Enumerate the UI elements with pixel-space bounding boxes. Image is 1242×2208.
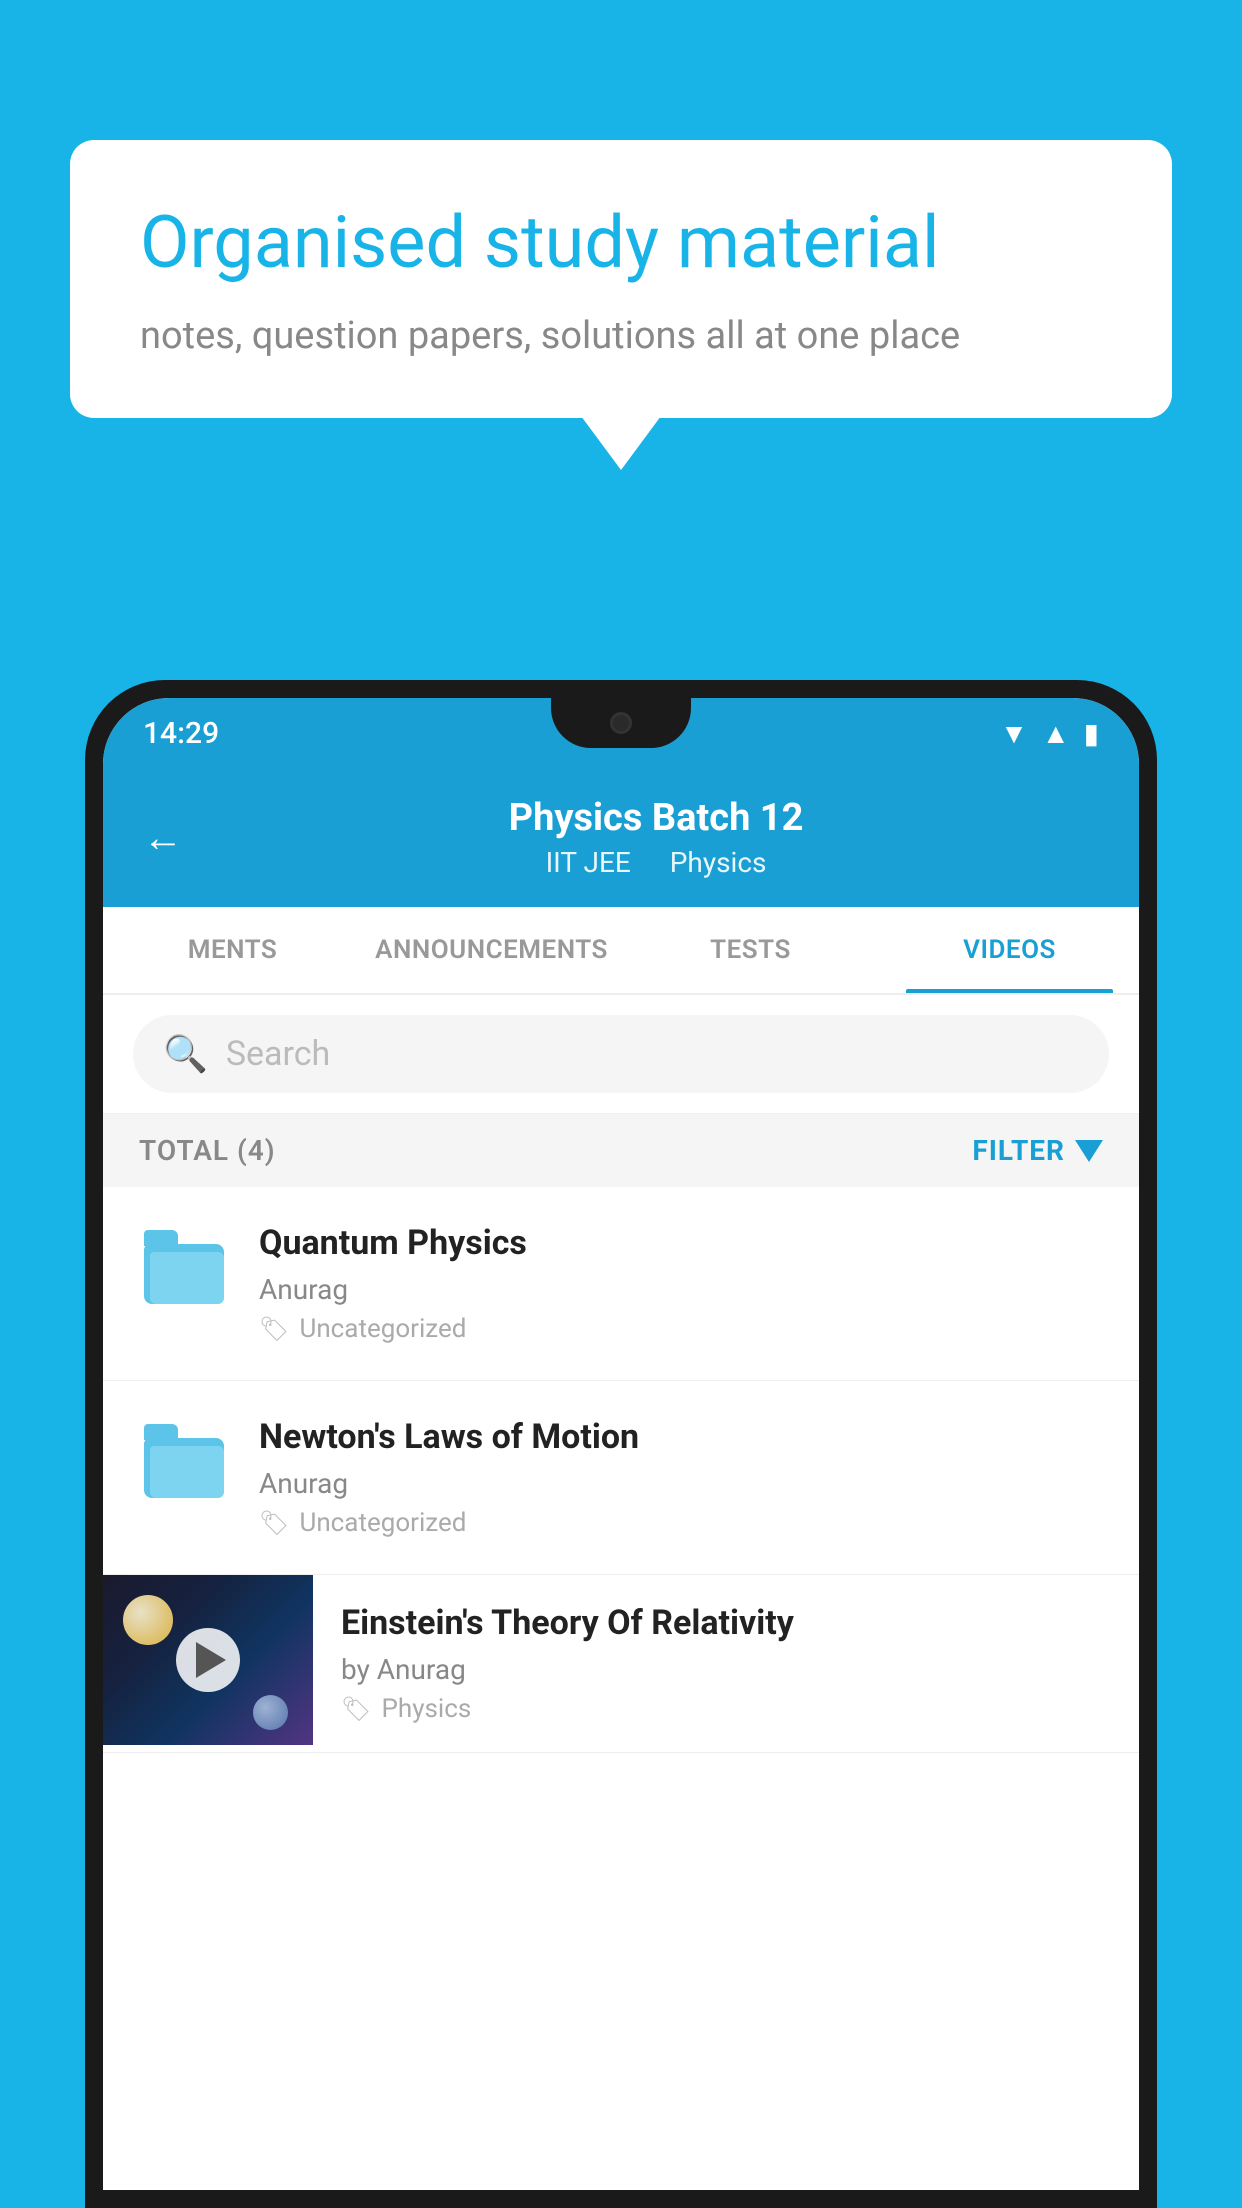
header-subtitle-part2: Physics — [670, 846, 767, 879]
play-button[interactable] — [176, 1628, 240, 1692]
bubble-title: Organised study material — [140, 200, 1102, 286]
signal-icon: ▲ — [1042, 717, 1070, 750]
tab-announcements[interactable]: ANNOUNCEMENTS — [362, 907, 621, 993]
video-tag: 🏷 Uncategorized — [259, 1508, 1103, 1538]
tag-icon: 🏷 — [259, 1509, 289, 1537]
tag-label: Physics — [381, 1694, 471, 1724]
header-title: Physics Batch 12 — [213, 796, 1099, 840]
video-item-info: Einstein's Theory Of Relativity by Anura… — [313, 1575, 1139, 1752]
video-title: Newton's Laws of Motion — [259, 1417, 1103, 1457]
speech-bubble-section: Organised study material notes, question… — [70, 140, 1172, 418]
tab-tests[interactable]: TESTS — [621, 907, 880, 993]
folder-icon — [144, 1232, 224, 1304]
video-author: Anurag — [259, 1467, 1103, 1500]
list-item[interactable]: Newton's Laws of Motion Anurag 🏷 Uncateg… — [103, 1381, 1139, 1575]
tag-icon: 🏷 — [259, 1315, 289, 1343]
camera — [610, 712, 632, 734]
video-thumbnail — [103, 1575, 313, 1745]
video-item-info: Newton's Laws of Motion Anurag 🏷 Uncateg… — [259, 1417, 1103, 1538]
video-title: Einstein's Theory Of Relativity — [341, 1603, 1111, 1643]
tag-label: Uncategorized — [299, 1508, 466, 1538]
filter-button[interactable]: FILTER — [972, 1134, 1103, 1167]
speech-bubble: Organised study material notes, question… — [70, 140, 1172, 418]
video-title: Quantum Physics — [259, 1223, 1103, 1263]
bubble-subtitle: notes, question papers, solutions all at… — [140, 314, 1102, 358]
phone-screen: 14:29 ▼ ▲ ▮ ← Physics Batch 12 IIT JEE P… — [103, 698, 1139, 2190]
planet-decoration-2 — [253, 1695, 288, 1730]
header-subtitle: IIT JEE Physics — [213, 846, 1099, 879]
folder-icon — [144, 1426, 224, 1498]
tab-videos[interactable]: VIDEOS — [880, 907, 1139, 993]
tab-ments[interactable]: MENTS — [103, 907, 362, 993]
video-author: by Anurag — [341, 1653, 1111, 1686]
status-bar: 14:29 ▼ ▲ ▮ — [103, 698, 1139, 768]
filter-icon — [1075, 1140, 1103, 1162]
battery-icon: ▮ — [1084, 717, 1099, 750]
search-bar-container: 🔍 Search — [103, 995, 1139, 1114]
total-label: TOTAL (4) — [139, 1134, 276, 1167]
status-time: 14:29 — [143, 716, 219, 751]
filter-bar: TOTAL (4) FILTER — [103, 1114, 1139, 1187]
wifi-icon: ▼ — [1000, 717, 1028, 750]
video-author: Anurag — [259, 1273, 1103, 1306]
status-icons: ▼ ▲ ▮ — [1000, 717, 1099, 750]
tag-label: Uncategorized — [299, 1314, 466, 1344]
list-item[interactable]: Quantum Physics Anurag 🏷 Uncategorized — [103, 1187, 1139, 1381]
video-tag: 🏷 Uncategorized — [259, 1314, 1103, 1344]
folder-thumb — [139, 1223, 229, 1313]
search-bar[interactable]: 🔍 Search — [133, 1015, 1109, 1093]
search-icon: 🔍 — [163, 1033, 208, 1075]
header-subtitle-part1: IIT JEE — [546, 846, 631, 879]
video-list: Quantum Physics Anurag 🏷 Uncategorized — [103, 1187, 1139, 1753]
list-item[interactable]: Einstein's Theory Of Relativity by Anura… — [103, 1575, 1139, 1753]
search-placeholder: Search — [226, 1034, 330, 1074]
phone-notch — [551, 698, 691, 748]
folder-thumb — [139, 1417, 229, 1507]
tab-bar: MENTS ANNOUNCEMENTS TESTS VIDEOS — [103, 907, 1139, 995]
play-icon — [196, 1642, 226, 1678]
phone-mockup: 14:29 ▼ ▲ ▮ ← Physics Batch 12 IIT JEE P… — [85, 680, 1157, 2208]
header-title-section: Physics Batch 12 IIT JEE Physics — [213, 796, 1099, 879]
filter-label: FILTER — [972, 1134, 1065, 1167]
planet-decoration — [123, 1595, 173, 1645]
video-item-info: Quantum Physics Anurag 🏷 Uncategorized — [259, 1223, 1103, 1344]
tag-icon: 🏷 — [341, 1695, 371, 1723]
video-tag: 🏷 Physics — [341, 1694, 1111, 1724]
back-button[interactable]: ← — [143, 814, 183, 861]
app-header: ← Physics Batch 12 IIT JEE Physics — [103, 768, 1139, 907]
